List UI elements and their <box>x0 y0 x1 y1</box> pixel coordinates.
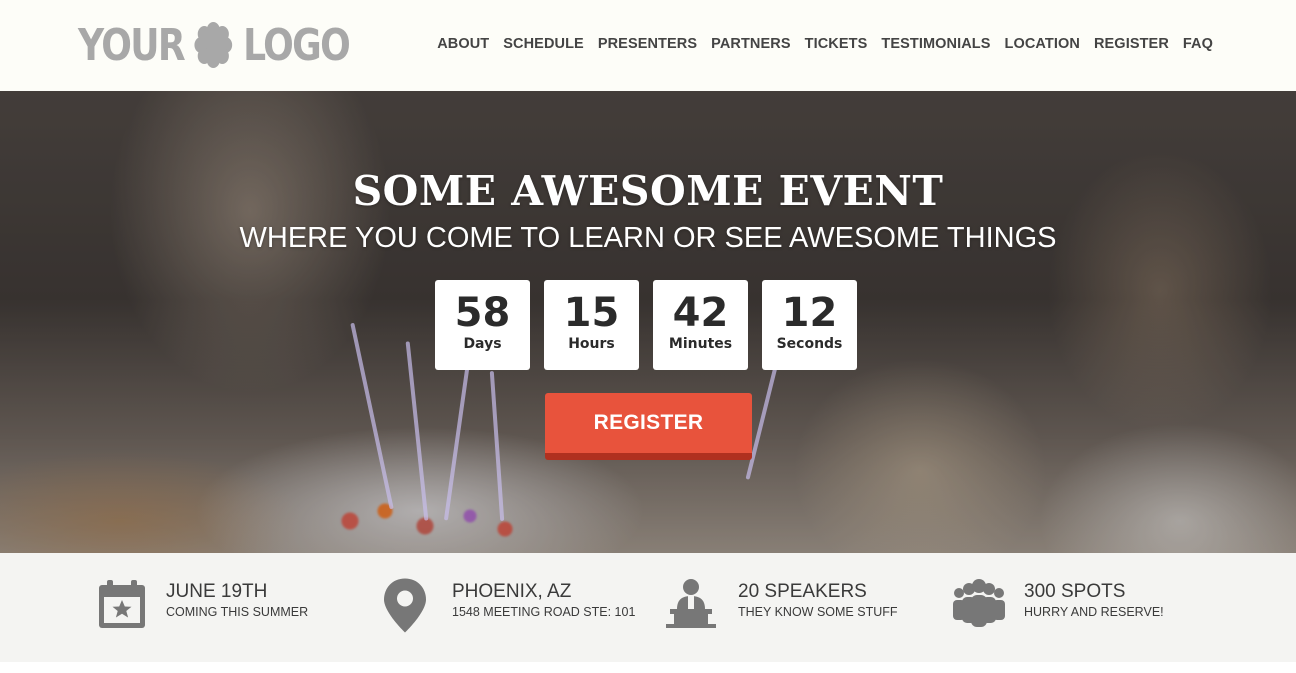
nav-schedule[interactable]: SCHEDULE <box>503 36 584 52</box>
logo[interactable]: YOUR LOGO <box>78 19 351 71</box>
hero-section: SOME AWESOME EVENT WHERE YOU COME TO LEA… <box>0 91 1296 553</box>
countdown-minutes-value: 42 <box>672 290 729 336</box>
info-location: PHOENIX, AZ 1548 MEETING ROAD STE: 101 <box>382 553 662 662</box>
info-location-title: PHOENIX, AZ <box>452 581 572 602</box>
logo-text-left: YOUR <box>78 19 186 71</box>
info-speakers: 20 SPEAKERS THEY KNOW SOME STUFF <box>662 553 922 662</box>
countdown-seconds-label: Seconds <box>776 336 843 352</box>
countdown-days-value: 58 <box>454 290 511 336</box>
logo-text-right: LOGO <box>243 19 351 71</box>
map-pin-icon <box>384 578 426 633</box>
info-date-desc: COMING THIS SUMMER <box>166 605 309 619</box>
info-speakers-title: 20 SPEAKERS <box>738 581 867 602</box>
hero-title: SOME AWESOME EVENT <box>352 167 944 215</box>
site-header: YOUR LOGO ABOUT SCHEDULE PRESENTERS PART… <box>0 0 1296 91</box>
hero-food-decoration <box>330 491 590 551</box>
countdown-hours-value: 15 <box>563 290 620 336</box>
info-date-title: JUNE 19TH <box>166 581 268 602</box>
info-spots-desc: HURRY AND RESERVE! <box>1024 605 1164 619</box>
countdown-timer: 58 Days 15 Hours 42 Minutes 12 Seconds <box>435 280 857 370</box>
flower-logo-icon <box>194 22 233 68</box>
countdown-seconds-value: 12 <box>781 290 838 336</box>
event-info-bar: JUNE 19TH COMING THIS SUMMER PHOENIX, AZ… <box>0 553 1296 662</box>
info-spots: 300 SPOTS HURRY AND RESERVE! <box>950 553 1210 662</box>
nav-partners[interactable]: PARTNERS <box>711 36 790 52</box>
info-speakers-desc: THEY KNOW SOME STUFF <box>738 605 898 619</box>
hero-subtitle: WHERE YOU COME TO LEARN OR SEE AWESOME T… <box>239 222 1057 254</box>
countdown-hours: 15 Hours <box>544 280 639 370</box>
nav-faq[interactable]: FAQ <box>1183 36 1213 52</box>
nav-presenters[interactable]: PRESENTERS <box>598 36 697 52</box>
info-location-desc: 1548 MEETING ROAD STE: 101 <box>452 605 636 619</box>
countdown-minutes-label: Minutes <box>668 336 733 352</box>
countdown-minutes: 42 Minutes <box>653 280 748 370</box>
info-date: JUNE 19TH COMING THIS SUMMER <box>96 553 356 662</box>
countdown-days: 58 Days <box>435 280 530 370</box>
page-bottom-spacer <box>0 662 1296 673</box>
info-spots-title: 300 SPOTS <box>1024 581 1126 602</box>
nav-testimonials[interactable]: TESTIMONIALS <box>881 36 990 52</box>
calendar-icon <box>99 580 145 628</box>
countdown-seconds: 12 Seconds <box>762 280 857 370</box>
register-button[interactable]: REGISTER <box>545 393 752 460</box>
nav-register[interactable]: REGISTER <box>1094 36 1169 52</box>
main-nav: ABOUT SCHEDULE PRESENTERS PARTNERS TICKE… <box>437 36 1213 52</box>
nav-tickets[interactable]: TICKETS <box>805 36 868 52</box>
people-group-icon <box>953 579 1005 627</box>
nav-about[interactable]: ABOUT <box>437 36 489 52</box>
countdown-days-label: Days <box>463 336 502 352</box>
speaker-podium-icon <box>666 579 716 628</box>
nav-location[interactable]: LOCATION <box>1005 36 1080 52</box>
countdown-hours-label: Hours <box>568 336 615 352</box>
